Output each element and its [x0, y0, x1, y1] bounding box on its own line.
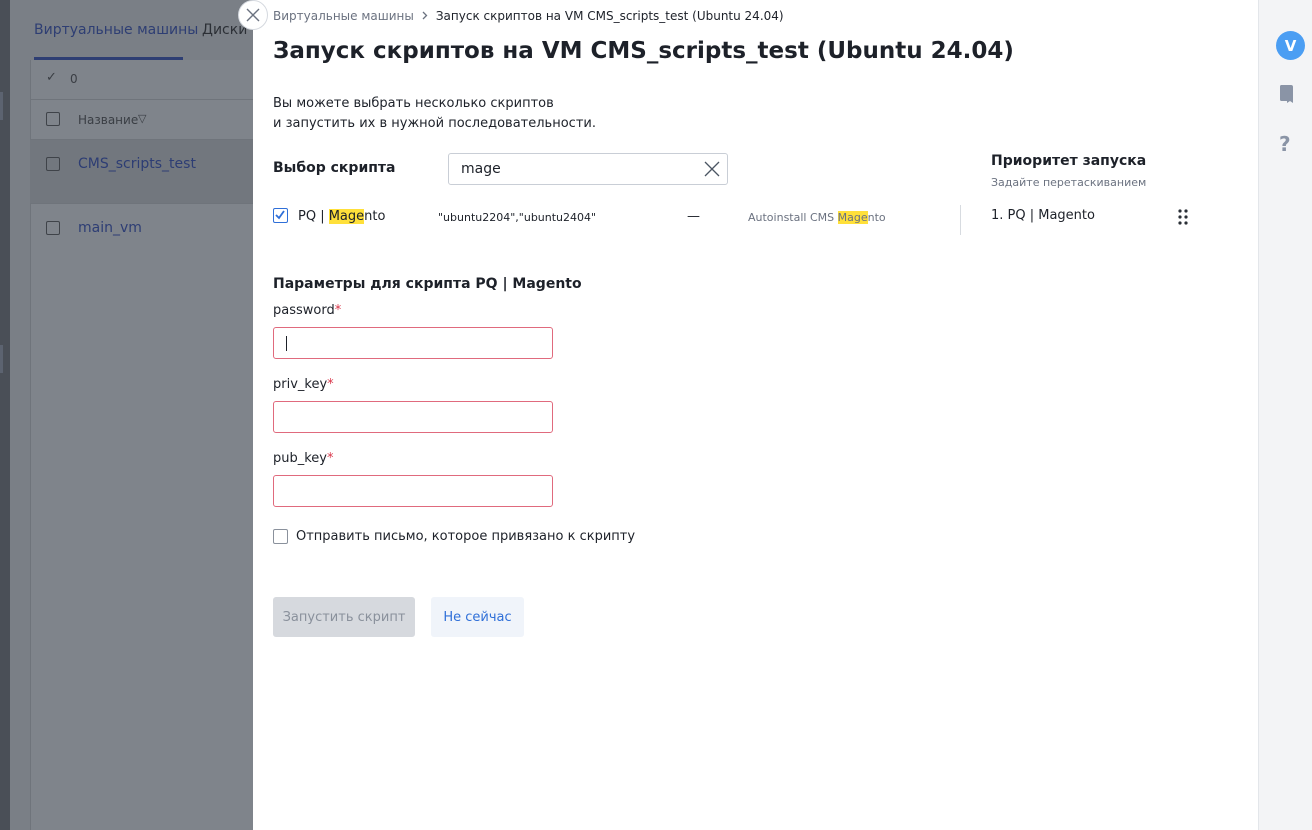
priv-key-label: priv_key* — [273, 377, 334, 392]
rail-marker — [0, 345, 3, 373]
password-field — [273, 327, 553, 359]
pub-key-label: pub_key* — [273, 451, 334, 466]
send-email-label[interactable]: Отправить письмо, которое привязано к ск… — [296, 529, 635, 544]
priority-subtitle: Задайте перетаскиванием — [991, 176, 1147, 189]
vm-link[interactable]: main_vm — [78, 220, 142, 236]
filter-icon[interactable]: ▽ — [138, 112, 146, 125]
password-input[interactable] — [284, 328, 544, 358]
table-header: Название ▽ — [30, 100, 253, 140]
close-icon — [246, 8, 260, 22]
script-select-label: Выбор скрипта — [273, 160, 396, 176]
breadcrumb: Виртуальные машины Запуск скриптов на VM… — [273, 9, 784, 23]
priority-title: Приоритет запуска — [991, 153, 1147, 169]
selection-toolbar: ✓ 0 — [30, 60, 253, 100]
pub-key-input[interactable] — [284, 476, 544, 506]
script-search — [448, 153, 728, 185]
rail-marker — [0, 92, 3, 120]
modal-description: Вы можете выбрать несколько скриптов и з… — [273, 96, 596, 131]
run-script-button[interactable]: Запустить скрипт — [273, 597, 415, 637]
priv-key-input[interactable] — [284, 402, 544, 432]
page-title: Запуск скриптов на VM CMS_scripts_test (… — [273, 38, 1014, 64]
background-tabs: Виртуальные машины Диски V — [30, 0, 261, 60]
column-name-header[interactable]: Название — [78, 113, 138, 127]
breadcrumb-current: Запуск скриптов на VM CMS_scripts_test (… — [435, 9, 784, 23]
script-checkbox[interactable] — [273, 208, 288, 223]
not-now-button[interactable]: Не сейчас — [431, 597, 524, 637]
divider — [960, 205, 961, 235]
selected-count: 0 — [70, 72, 78, 86]
check-all-icon[interactable]: ✓ — [46, 70, 57, 85]
script-name: PQ | Magento — [298, 209, 386, 224]
priority-item[interactable]: 1. PQ | Magento — [991, 208, 1095, 223]
drag-handle-icon[interactable] — [1177, 208, 1189, 226]
chevron-right-icon — [422, 9, 428, 23]
select-all-checkbox[interactable] — [46, 112, 60, 126]
row-checkbox[interactable] — [46, 221, 60, 235]
help-icon[interactable]: ? — [1279, 132, 1291, 156]
password-label: password* — [273, 303, 342, 318]
params-title: Параметры для скрипта PQ | Magento — [273, 276, 582, 292]
table-row[interactable]: main_vm — [30, 204, 253, 254]
script-search-input[interactable] — [461, 154, 691, 184]
close-modal-button[interactable] — [238, 0, 268, 30]
run-scripts-modal: Виртуальные машины Запуск скриптов на VM… — [253, 0, 1258, 830]
pub-key-field — [273, 475, 553, 507]
table-row[interactable]: CMS_scripts_test — [30, 140, 253, 204]
checkmark-icon — [275, 210, 285, 220]
row-checkbox[interactable] — [46, 157, 60, 171]
clear-search-icon[interactable] — [703, 160, 721, 178]
user-avatar[interactable]: V — [1276, 31, 1305, 60]
vm-link[interactable]: CMS_scripts_test — [78, 156, 196, 172]
tab-virtual-machines[interactable]: Виртуальные машины — [34, 22, 198, 38]
right-sidebar: V ? — [1258, 0, 1312, 830]
script-description: Autoinstall CMS Magento — [748, 211, 886, 224]
send-email-checkbox[interactable] — [273, 529, 288, 544]
text-caret — [286, 336, 287, 351]
script-os: "ubuntu2204","ubuntu2404" — [438, 211, 597, 224]
priv-key-field — [273, 401, 553, 433]
script-placeholder: — — [687, 209, 700, 224]
breadcrumb-vms[interactable]: Виртуальные машины — [273, 9, 414, 23]
book-icon[interactable] — [1279, 84, 1295, 108]
app-left-rail — [0, 0, 10, 830]
